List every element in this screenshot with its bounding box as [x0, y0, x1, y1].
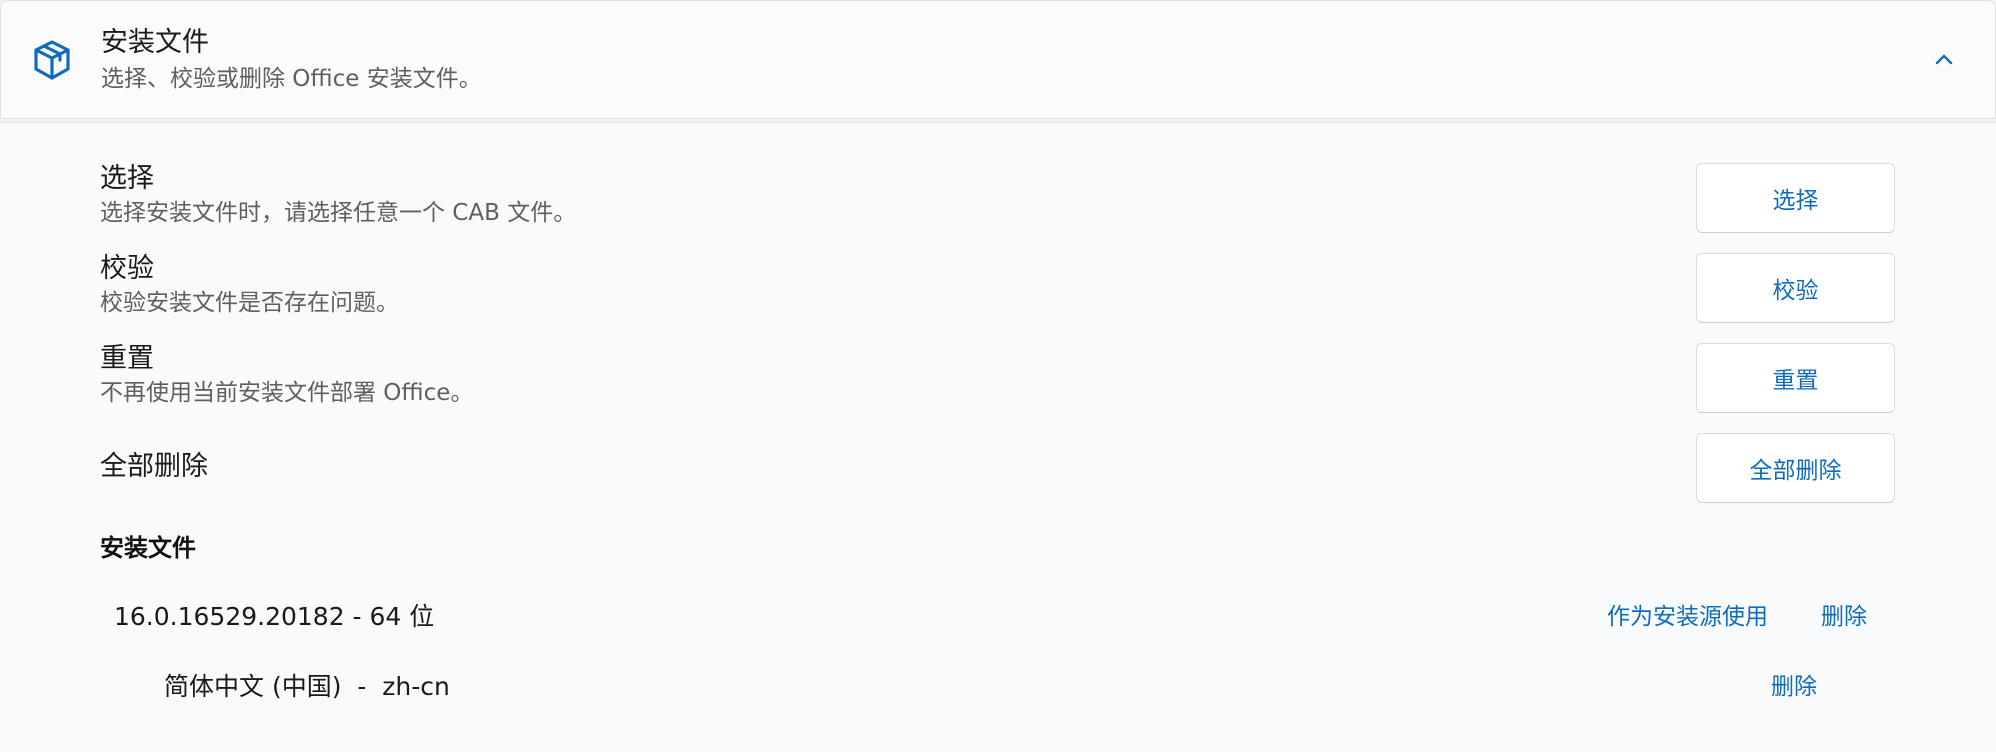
- chevron-up-icon: [1934, 52, 1954, 71]
- language-pack-label: 简体中文 (中国) - zh-cn: [164, 672, 450, 701]
- install-files-panel: 安装文件 选择、校验或删除 Office 安装文件。 选择 选择安装文件时，请选…: [0, 0, 1996, 752]
- delete-all-setting-title: 全部删除: [100, 451, 208, 482]
- install-files-header[interactable]: 安装文件 选择、校验或删除 Office 安装文件。: [0, 0, 1996, 119]
- section-title: 安装文件: [101, 27, 209, 58]
- reset-button[interactable]: 重置: [1696, 343, 1895, 413]
- reset-setting-description: 不再使用当前安装文件部署 Office。: [100, 380, 474, 406]
- install-files-body: 选择 选择安装文件时，请选择任意一个 CAB 文件。 选择 校验 校验安装文件是…: [0, 122, 1996, 752]
- select-button[interactable]: 选择: [1696, 163, 1895, 233]
- use-as-source-link[interactable]: 作为安装源使用: [1607, 599, 1768, 635]
- collapse-button[interactable]: [1926, 43, 1962, 79]
- verify-button[interactable]: 校验: [1696, 253, 1895, 323]
- delete-version-link[interactable]: 删除: [1821, 599, 1867, 635]
- verify-setting-description: 校验安装文件是否存在问题。: [100, 290, 399, 316]
- delete-language-link[interactable]: 删除: [1771, 669, 1817, 705]
- section-subtitle: 选择、校验或删除 Office 安装文件。: [101, 66, 482, 92]
- select-setting-title: 选择: [100, 163, 154, 194]
- file-version-label: 16.0.16529.20182 - 64 位: [114, 602, 435, 631]
- delete-all-button[interactable]: 全部删除: [1696, 433, 1895, 503]
- reset-setting-title: 重置: [100, 343, 154, 374]
- package-box-icon: [30, 38, 74, 82]
- select-setting-description: 选择安装文件时，请选择任意一个 CAB 文件。: [100, 200, 577, 226]
- verify-setting-title: 校验: [100, 253, 154, 284]
- installed-files-heading: 安装文件: [100, 534, 196, 562]
